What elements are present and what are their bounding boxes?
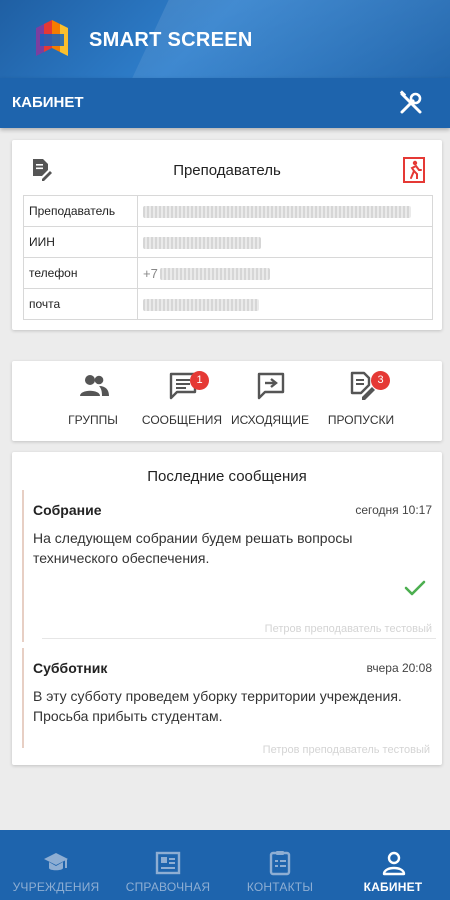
directory-icon <box>155 851 181 875</box>
messages-label: СООБЩЕНИЯ <box>141 413 223 427</box>
message-subject: Собрание <box>33 502 102 518</box>
message-author: Петров преподаватель тестовый <box>262 744 430 756</box>
read-check-icon <box>404 580 426 596</box>
message-subject: Субботник <box>33 660 108 676</box>
app-brand: SMART SCREEN <box>89 29 253 51</box>
nav-cabinet[interactable]: КАБИНЕТ <box>336 830 450 900</box>
absences-label: ПРОПУСКИ <box>327 413 395 427</box>
person-icon <box>382 851 406 876</box>
redacted-value <box>159 268 270 281</box>
messages-button[interactable]: 1 СООБЩЕНИЯ <box>132 361 232 441</box>
profile-info-table: Преподаватель ИИН телефон +7 почта <box>23 195 433 320</box>
message-time: вчера 20:08 <box>366 661 432 675</box>
recent-messages-card: Последние сообщения Собрание сегодня 10:… <box>12 452 442 765</box>
redacted-value <box>143 205 411 218</box>
field-value <box>137 226 433 258</box>
nav-institutions[interactable]: УЧРЕЖДЕНИЯ <box>0 830 112 900</box>
page-toolbar: КАБИНЕТ <box>0 78 450 128</box>
people-icon <box>80 375 109 396</box>
redacted-value <box>143 236 261 249</box>
app-logo-icon <box>36 20 68 56</box>
message-item[interactable]: Собрание сегодня 10:17 На следующем собр… <box>22 490 434 642</box>
absences-badge: 3 <box>371 371 390 390</box>
settings-tools-icon[interactable] <box>398 90 424 116</box>
nav-contacts[interactable]: КОНТАКТЫ <box>224 830 336 900</box>
nav-label: КАБИНЕТ <box>363 880 423 894</box>
page-title: КАБИНЕТ <box>12 94 84 111</box>
table-row: ИИН <box>23 226 433 258</box>
absences-button[interactable]: 3 ПРОПУСКИ <box>311 361 411 441</box>
nav-directory[interactable]: СПРАВОЧНАЯ <box>112 830 224 900</box>
outbox-label: ИСХОДЯЩИЕ <box>231 413 309 427</box>
outbox-icon <box>257 372 285 400</box>
brand-header: SMART SCREEN <box>0 0 450 78</box>
table-row: телефон +7 <box>23 257 433 289</box>
message-author: Петров преподаватель тестовый <box>264 623 432 635</box>
nav-label: КОНТАКТЫ <box>246 880 314 894</box>
groups-label: ГРУППЫ <box>68 413 118 427</box>
nav-label: СПРАВОЧНАЯ <box>125 880 211 894</box>
field-label: почта <box>23 288 138 320</box>
profile-title: Преподаватель <box>173 162 281 179</box>
field-label: ИИН <box>23 226 138 258</box>
table-row: Преподаватель <box>23 195 433 227</box>
message-body: В эту субботу проведем уборку территории… <box>33 688 402 724</box>
field-label: Преподаватель <box>23 195 138 227</box>
field-label: телефон <box>23 257 138 289</box>
contacts-icon <box>269 851 291 876</box>
message-divider <box>42 638 436 639</box>
table-row: почта <box>23 288 433 320</box>
messages-badge: 1 <box>190 371 209 390</box>
exit-door-icon[interactable] <box>403 157 425 183</box>
profile-card: Преподаватель Преподаватель ИИН телефон … <box>12 140 442 330</box>
field-value: +7 <box>137 257 433 289</box>
message-item[interactable]: Субботник вчера 20:08 В эту субботу пров… <box>22 648 434 748</box>
message-body: На следующем собрании будем решать вопро… <box>33 530 353 566</box>
groups-button[interactable]: ГРУППЫ <box>43 361 143 441</box>
outbox-button[interactable]: ИСХОДЯЩИЕ <box>220 361 320 441</box>
message-time: сегодня 10:17 <box>355 503 432 517</box>
actions-card: ГРУППЫ 1 СООБЩЕНИЯ ИСХОДЯЩИЕ 3 ПРОПУСКИ <box>12 361 442 441</box>
recent-messages-title: Последние сообщения <box>147 468 307 485</box>
field-value <box>137 195 433 227</box>
field-value <box>137 288 433 320</box>
school-icon <box>44 853 68 871</box>
redacted-value <box>143 298 259 311</box>
nav-label: УЧРЕЖДЕНИЯ <box>12 880 100 894</box>
bottom-navigation: УЧРЕЖДЕНИЯ СПРАВОЧНАЯ КОНТАКТЫ КАБИНЕТ <box>0 830 450 900</box>
edit-document-icon[interactable] <box>30 158 52 182</box>
